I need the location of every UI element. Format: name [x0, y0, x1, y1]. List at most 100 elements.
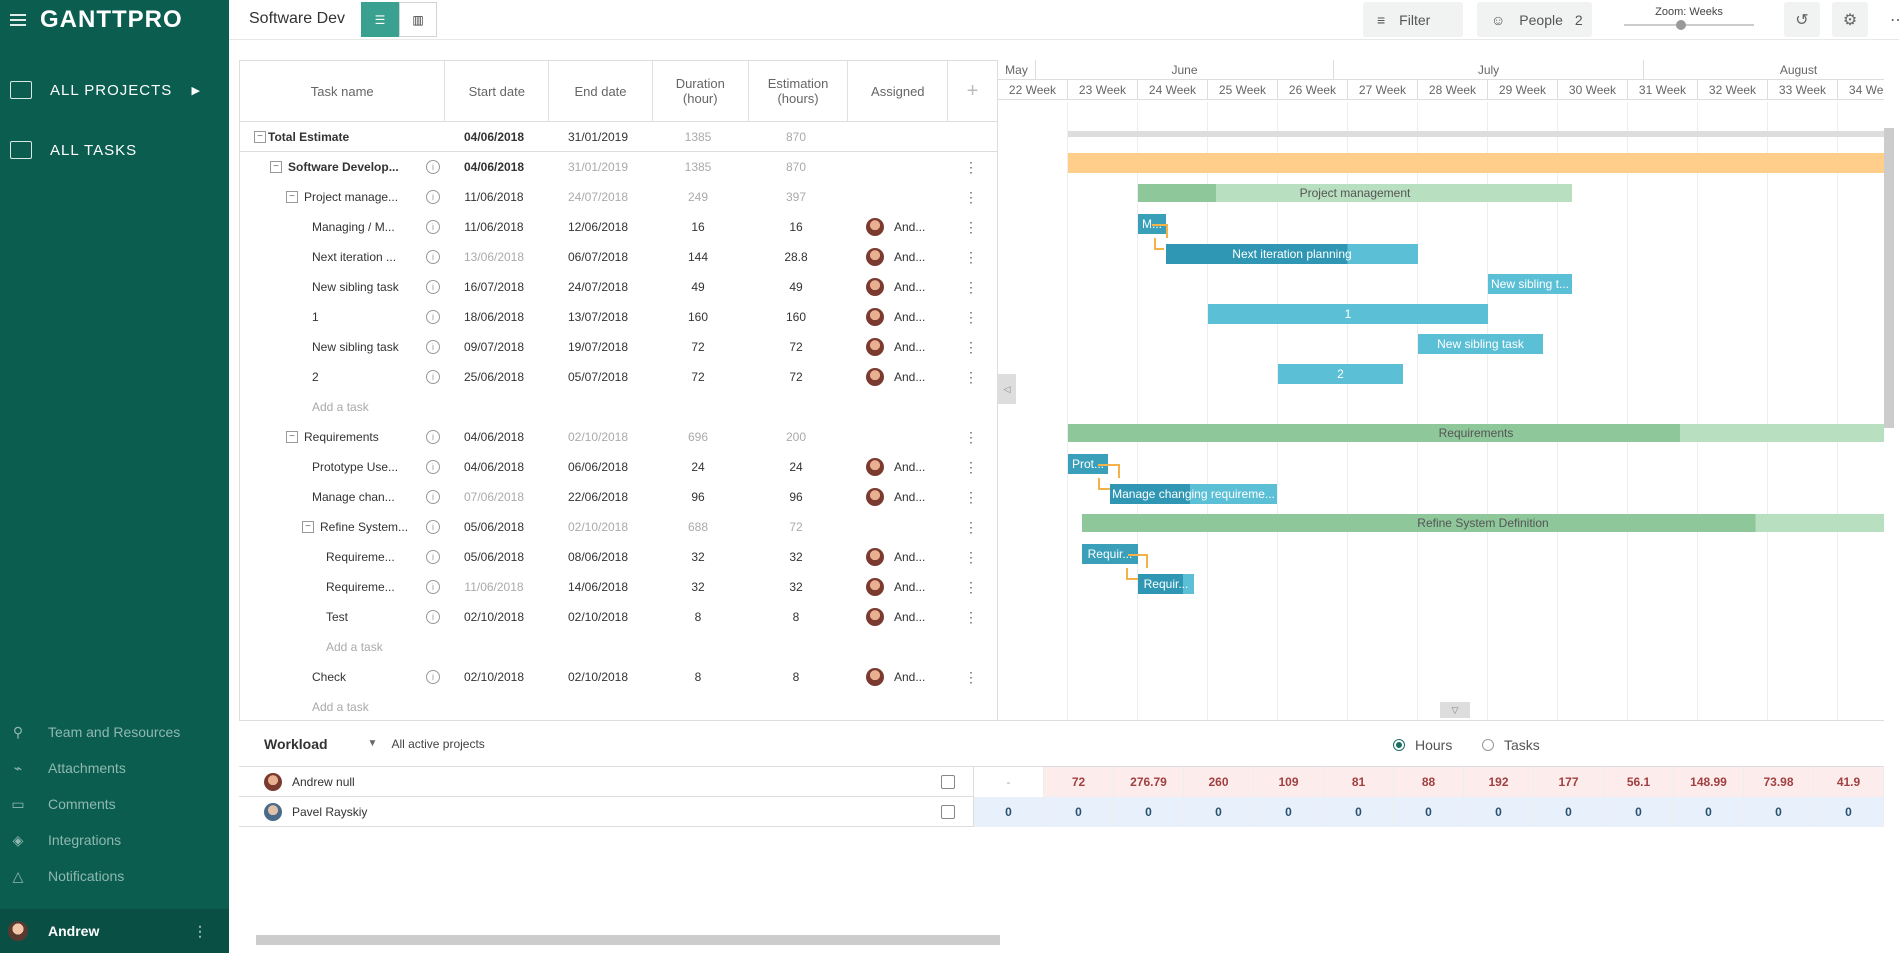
collapse-toggle-icon[interactable]: −: [286, 431, 298, 443]
duration-cell[interactable]: 688: [650, 512, 746, 542]
column-header-end-date[interactable]: End date: [549, 61, 653, 121]
duration-cell[interactable]: 144: [650, 242, 746, 272]
info-icon[interactable]: i: [426, 520, 440, 534]
task-row[interactable]: 1 i 18/06/2018 13/07/2018 160 160 And... ⋮: [240, 302, 997, 332]
more-vertical-icon[interactable]: ⋮: [964, 429, 978, 446]
sidebar-item-comments[interactable]: ▭ Comments: [0, 786, 229, 822]
end-date-cell[interactable]: 06/06/2018: [546, 452, 650, 482]
assigned-cell[interactable]: And...: [846, 212, 946, 242]
more-vertical-icon[interactable]: ⋮: [193, 923, 207, 940]
end-date-cell[interactable]: 24/07/2018: [546, 182, 650, 212]
task-bar[interactable]: Manage changing requireme...: [1110, 484, 1277, 504]
info-icon[interactable]: i: [426, 220, 440, 234]
expand-workload-icon[interactable]: ▽: [1440, 702, 1470, 718]
workload-cell[interactable]: 0: [1044, 796, 1114, 827]
estimation-cell[interactable]: 16: [746, 212, 846, 242]
chevron-down-icon[interactable]: ▼: [368, 738, 378, 749]
workload-cell[interactable]: 260: [1184, 766, 1254, 797]
info-icon[interactable]: i: [426, 610, 440, 624]
assigned-cell[interactable]: [846, 152, 946, 182]
more-vertical-icon[interactable]: ⋮: [964, 579, 978, 596]
more-vertical-icon[interactable]: ⋮: [964, 369, 978, 386]
start-date-cell[interactable]: 05/06/2018: [442, 512, 546, 542]
task-row[interactable]: Managing / M... i 11/06/2018 12/06/2018 16 16…: [240, 212, 997, 242]
column-header-task-name[interactable]: Task name: [240, 61, 446, 121]
task-name[interactable]: Manage chan...: [312, 490, 395, 504]
task-row[interactable]: Requireme... i 11/06/2018 14/06/2018 32 32 And…: [240, 572, 997, 602]
more-vertical-icon[interactable]: ⋮: [964, 279, 978, 296]
start-date-cell[interactable]: 04/06/2018: [442, 122, 546, 152]
info-icon[interactable]: i: [426, 250, 440, 264]
more-vertical-icon[interactable]: ⋮: [964, 159, 978, 176]
task-name[interactable]: Total Estimate: [268, 130, 349, 144]
workload-cell[interactable]: 0: [1394, 796, 1464, 827]
info-icon[interactable]: i: [426, 430, 440, 444]
start-date-cell[interactable]: 09/07/2018: [442, 332, 546, 362]
task-row[interactable]: − Requirements i 04/06/2018 02/10/2018 696 200…: [240, 422, 997, 452]
estimation-cell[interactable]: 72: [746, 332, 846, 362]
duration-cell[interactable]: 1385: [650, 152, 746, 182]
workload-cell[interactable]: 109: [1254, 766, 1324, 797]
info-icon[interactable]: i: [426, 190, 440, 204]
start-date-cell[interactable]: 05/06/2018: [442, 542, 546, 572]
assigned-cell[interactable]: And...: [846, 452, 946, 482]
task-row[interactable]: 2 i 25/06/2018 05/07/2018 72 72 And... ⋮: [240, 362, 997, 392]
task-row[interactable]: Next iteration ... i 13/06/2018 06/07/2018 1…: [240, 242, 997, 272]
estimation-cell[interactable]: 8: [746, 602, 846, 632]
assigned-cell[interactable]: And...: [846, 602, 946, 632]
sidebar-item-team-resources[interactable]: ⚲ Team and Resources: [0, 714, 229, 750]
add-task-row[interactable]: Add a task: [240, 632, 997, 662]
collapse-toggle-icon[interactable]: −: [254, 130, 266, 143]
task-name[interactable]: Requireme...: [326, 580, 395, 594]
estimation-cell[interactable]: 200: [746, 422, 846, 452]
end-date-cell[interactable]: 24/07/2018: [546, 272, 650, 302]
duration-cell[interactable]: 32: [650, 572, 746, 602]
task-name[interactable]: 1: [312, 310, 319, 324]
duration-cell[interactable]: 696: [650, 422, 746, 452]
zoom-slider-handle[interactable]: [1676, 20, 1686, 30]
assigned-cell[interactable]: And...: [846, 302, 946, 332]
info-icon[interactable]: i: [426, 310, 440, 324]
workload-cell[interactable]: 73.98: [1744, 766, 1814, 797]
total-estimate-bar[interactable]: [1068, 131, 1884, 137]
workload-cell[interactable]: 41.9: [1814, 766, 1884, 797]
end-date-cell[interactable]: 19/07/2018: [546, 332, 650, 362]
start-date-cell[interactable]: 11/06/2018: [442, 212, 546, 242]
more-vertical-icon[interactable]: ⋮: [964, 489, 978, 506]
more-vertical-icon[interactable]: ⋮: [964, 189, 978, 206]
hamburger-menu-icon[interactable]: [10, 13, 28, 27]
workload-cell[interactable]: 0: [1814, 796, 1884, 827]
estimation-cell[interactable]: 8: [746, 662, 846, 692]
gantt-view-button[interactable]: ☰: [361, 2, 399, 37]
info-icon[interactable]: i: [426, 280, 440, 294]
calendar-icon[interactable]: [941, 804, 955, 819]
estimation-cell[interactable]: 28.8: [746, 242, 846, 272]
workload-cell[interactable]: 72: [1044, 766, 1114, 797]
end-date-cell[interactable]: 22/06/2018: [546, 482, 650, 512]
end-date-cell[interactable]: 31/01/2019: [546, 152, 650, 182]
task-name[interactable]: New sibling task: [312, 340, 399, 354]
people-button[interactable]: ☺ People 2: [1477, 2, 1592, 37]
workload-cell[interactable]: -: [974, 766, 1044, 797]
add-task-row[interactable]: Add a task: [240, 692, 997, 722]
info-icon[interactable]: i: [426, 370, 440, 384]
duration-cell[interactable]: 8: [650, 662, 746, 692]
end-date-cell[interactable]: 02/10/2018: [546, 662, 650, 692]
start-date-cell[interactable]: 04/06/2018: [442, 452, 546, 482]
duration-cell[interactable]: 8: [650, 602, 746, 632]
workload-cell[interactable]: 0: [1604, 796, 1674, 827]
start-date-cell[interactable]: 25/06/2018: [442, 362, 546, 392]
task-bar[interactable]: Requir...: [1138, 574, 1194, 594]
task-name[interactable]: 2: [312, 370, 319, 384]
filter-button[interactable]: ≡ Filter: [1363, 2, 1463, 37]
assigned-cell[interactable]: And...: [846, 362, 946, 392]
column-header-estimation[interactable]: Estimation (hours): [749, 61, 849, 121]
task-name[interactable]: Test: [326, 610, 348, 624]
more-vertical-icon[interactable]: ⋮: [964, 459, 978, 476]
workload-cell[interactable]: 0: [1534, 796, 1604, 827]
task-bar[interactable]: Next iteration planning: [1166, 244, 1418, 264]
info-icon[interactable]: i: [426, 460, 440, 474]
task-row[interactable]: Requireme... i 05/06/2018 08/06/2018 32 32 And…: [240, 542, 997, 572]
duration-cell[interactable]: 72: [650, 362, 746, 392]
workload-cell[interactable]: 0: [1324, 796, 1394, 827]
